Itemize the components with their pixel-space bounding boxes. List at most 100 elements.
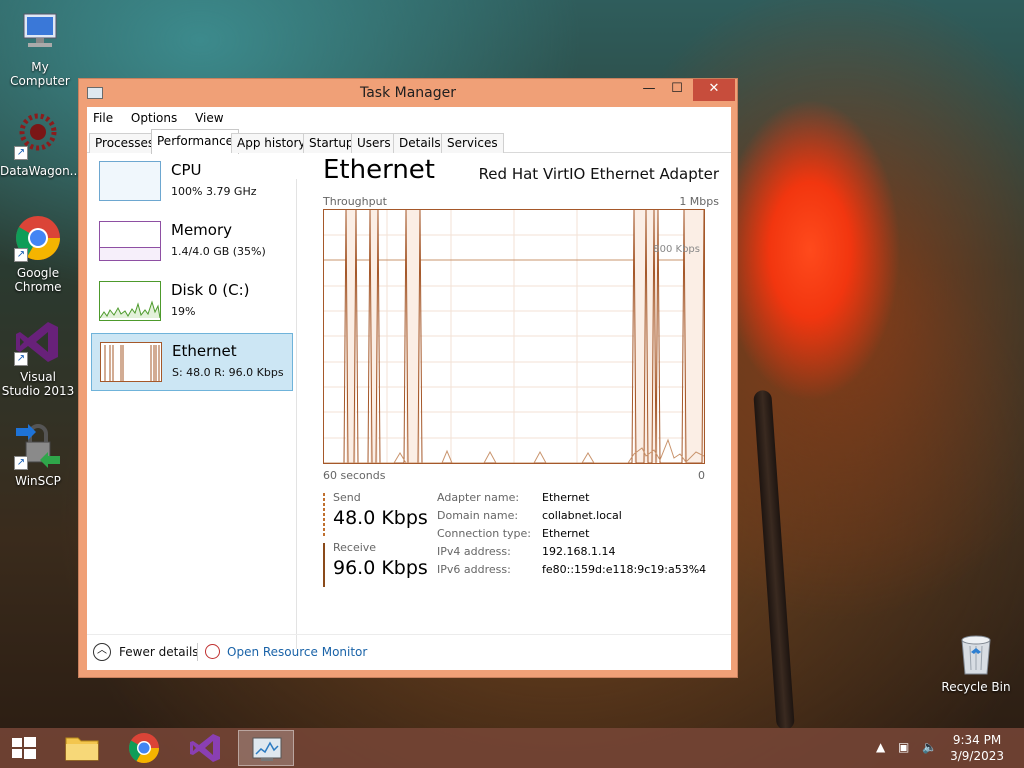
send-label: Send bbox=[333, 491, 361, 504]
desktop-icon-label: Google Chrome bbox=[14, 266, 62, 294]
shortcut-arrow-icon: ↗ bbox=[14, 456, 28, 470]
visual-studio-icon: ↗ bbox=[14, 318, 62, 366]
threshold-label: 800 Kbps bbox=[653, 244, 700, 255]
throughput-label: Throughput bbox=[323, 195, 387, 208]
taskbar-visual-studio[interactable] bbox=[178, 730, 234, 766]
taskbar-task-manager[interactable] bbox=[238, 730, 294, 766]
menu-options[interactable]: Options bbox=[131, 111, 177, 125]
recycle-bin-icon bbox=[956, 632, 996, 676]
resource-monitor-icon bbox=[205, 644, 220, 659]
fewer-details-link[interactable]: Fewer details bbox=[119, 645, 199, 659]
property-key: IPv4 address: bbox=[437, 545, 511, 558]
disk-thumbnail bbox=[99, 281, 161, 321]
windows-logo-icon bbox=[12, 737, 36, 759]
show-hidden-icons-icon[interactable]: ▲ bbox=[876, 740, 885, 754]
task-manager-window: Task Manager — ☐ ✕ File Options View Pro… bbox=[78, 78, 738, 678]
sidebar-item-sub: 1.4/4.0 GB (35%) bbox=[171, 245, 266, 258]
sidebar-item-name: Disk 0 (C:) bbox=[171, 281, 250, 299]
tab-app-history[interactable]: App history bbox=[231, 133, 312, 153]
sidebar-item-ethernet[interactable]: Ethernet S: 48.0 R: 96.0 Kbps bbox=[91, 333, 293, 391]
throughput-graph-svg bbox=[324, 209, 705, 464]
clock-time: 9:34 PM bbox=[952, 733, 1002, 747]
send-value: 48.0 Kbps bbox=[333, 507, 428, 529]
memory-thumbnail bbox=[99, 221, 161, 261]
menu-view[interactable]: View bbox=[195, 111, 223, 125]
receive-stat: Receive 96.0 Kbps bbox=[323, 541, 443, 587]
property-value: Ethernet bbox=[542, 527, 590, 540]
desktop-icon-label: DataWagon... bbox=[0, 164, 82, 178]
ethernet-panel: Ethernet Red Hat VirtIO Ethernet Adapter… bbox=[323, 153, 719, 623]
sidebar-item-sub: S: 48.0 R: 96.0 Kbps bbox=[172, 366, 284, 379]
desktop-icon-visual-studio[interactable]: ↗ Visual Studio 2013 bbox=[0, 318, 76, 398]
sidebar-item-name: Ethernet bbox=[172, 342, 237, 360]
close-button[interactable]: ✕ bbox=[693, 79, 735, 101]
tab-strip: Processes Performance App history Startu… bbox=[87, 129, 731, 154]
sidebar-item-sub: 19% bbox=[171, 305, 196, 318]
shortcut-arrow-icon: ↗ bbox=[14, 352, 28, 366]
property-value: collabnet.local bbox=[542, 509, 622, 522]
desktop-icon-datawagon[interactable]: ↗ DataWagon... bbox=[0, 112, 82, 178]
tab-users[interactable]: Users bbox=[351, 133, 397, 153]
graph-x-left-label: 60 seconds bbox=[323, 469, 386, 482]
task-manager-icon bbox=[252, 737, 282, 761]
folder-icon bbox=[65, 737, 99, 761]
open-resource-monitor-link[interactable]: Open Resource Monitor bbox=[227, 645, 367, 659]
menu-file[interactable]: File bbox=[93, 111, 113, 125]
throughput-max-label: 1 Mbps bbox=[679, 195, 719, 208]
chevron-up-icon[interactable]: ︿ bbox=[93, 643, 111, 661]
tab-details[interactable]: Details bbox=[393, 133, 447, 153]
system-clock[interactable]: 9:34 PM 3/9/2023 bbox=[950, 732, 1004, 764]
start-button[interactable] bbox=[0, 730, 48, 766]
sidebar-item-memory[interactable]: Memory 1.4/4.0 GB (35%) bbox=[91, 213, 293, 271]
network-icon[interactable]: ▣ bbox=[898, 740, 909, 754]
cpu-thumbnail bbox=[99, 161, 161, 201]
sidebar-item-disk[interactable]: Disk 0 (C:) 19% bbox=[91, 273, 293, 331]
throughput-graph: 800 Kbps bbox=[323, 209, 705, 464]
sidebar-item-sub: 100% 3.79 GHz bbox=[171, 185, 257, 198]
desktop-icon-label: My Computer bbox=[10, 60, 70, 88]
tab-services[interactable]: Services bbox=[441, 133, 504, 153]
winscp-icon: ↗ bbox=[14, 422, 62, 470]
menu-bar: File Options View bbox=[87, 107, 731, 129]
minimize-button[interactable]: — bbox=[635, 79, 663, 101]
property-key: Adapter name: bbox=[437, 491, 520, 504]
taskbar-chrome[interactable] bbox=[116, 730, 172, 766]
sidebar-divider bbox=[296, 179, 297, 649]
receive-label: Receive bbox=[333, 541, 377, 554]
sidebar-item-name: CPU bbox=[171, 161, 202, 179]
graph-x-right-label: 0 bbox=[698, 469, 705, 482]
send-stat: Send 48.0 Kbps bbox=[323, 491, 443, 537]
computer-icon bbox=[16, 8, 64, 56]
property-key: IPv6 address: bbox=[437, 563, 511, 576]
send-legend-bar bbox=[323, 493, 325, 537]
title-bar[interactable]: Task Manager — ☐ ✕ bbox=[79, 79, 737, 107]
desktop-icon-recycle-bin[interactable]: Recycle Bin bbox=[940, 632, 1012, 694]
tab-processes[interactable]: Processes bbox=[89, 133, 161, 153]
maximize-button[interactable]: ☐ bbox=[663, 79, 691, 101]
taskbar-file-explorer[interactable] bbox=[54, 730, 110, 766]
clock-date: 3/9/2023 bbox=[950, 749, 1004, 763]
panel-heading: Ethernet bbox=[323, 155, 435, 185]
performance-sidebar: CPU 100% 3.79 GHz Memory 1.4/4.0 GB (35%… bbox=[87, 153, 301, 623]
flower-stem bbox=[753, 389, 795, 731]
shortcut-arrow-icon: ↗ bbox=[14, 248, 28, 262]
sidebar-item-name: Memory bbox=[171, 221, 233, 239]
footer-bar: ︿ Fewer details Open Resource Monitor bbox=[87, 634, 731, 670]
window-client: File Options View Processes Performance … bbox=[87, 107, 731, 670]
property-value: 192.168.1.14 bbox=[542, 545, 616, 558]
desktop-icon-label: Visual Studio 2013 bbox=[1, 370, 75, 398]
sidebar-item-cpu[interactable]: CPU 100% 3.79 GHz bbox=[91, 153, 293, 211]
chrome-icon: ↗ bbox=[14, 214, 62, 262]
ethernet-thumbnail bbox=[100, 342, 162, 382]
property-value: fe80::159d:e118:9c19:a53%4 bbox=[542, 563, 707, 576]
property-key: Domain name: bbox=[437, 509, 519, 522]
volume-icon[interactable]: 🔈 bbox=[922, 740, 937, 754]
desktop-icon-my-computer[interactable]: My Computer bbox=[2, 8, 78, 88]
desktop-icon-chrome[interactable]: ↗ Google Chrome bbox=[0, 214, 76, 294]
desktop-icon-winscp[interactable]: ↗ WinSCP bbox=[0, 422, 76, 488]
receive-value: 96.0 Kbps bbox=[333, 557, 428, 579]
property-key: Connection type: bbox=[437, 527, 532, 540]
datawagon-icon: ↗ bbox=[14, 112, 62, 160]
tab-performance[interactable]: Performance bbox=[151, 129, 240, 154]
footer-divider bbox=[197, 643, 198, 661]
